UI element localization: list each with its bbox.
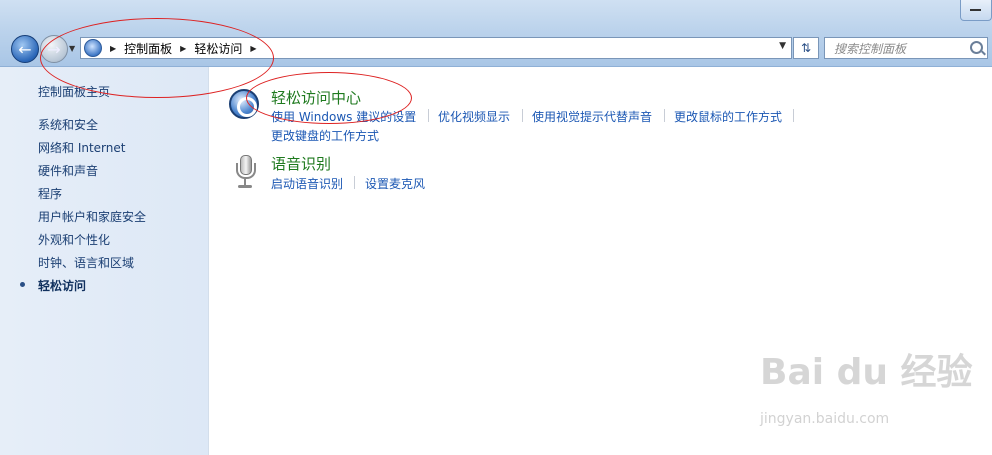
sidebar: 控制面板主页 系统和安全 网络和 Internet 硬件和声音 程序 用户帐户和… [0, 67, 209, 455]
sidebar-item-hardware-sound[interactable]: 硬件和声音 [38, 162, 98, 179]
search-icon[interactable] [970, 41, 983, 54]
link-divider [354, 176, 355, 189]
sidebar-item-system-security[interactable]: 系统和安全 [38, 116, 98, 133]
link-start-speech-recognition[interactable]: 启动语音识别 [271, 175, 343, 192]
link-change-keyboard-settings[interactable]: 更改键盘的工作方式 [271, 127, 379, 144]
baidu-watermark-url: jingyan.baidu.com [760, 411, 890, 427]
search-placeholder: 搜索控制面板 [834, 41, 907, 56]
minimize-button[interactable] [960, 0, 992, 21]
microphone-icon[interactable] [235, 155, 256, 189]
sidebar-item-programs[interactable]: 程序 [38, 185, 62, 202]
sidebar-item-network[interactable]: 网络和 Internet [38, 139, 125, 156]
link-optimize-video-display[interactable]: 优化视频显示 [438, 108, 510, 125]
current-item-bullet-icon [20, 282, 25, 287]
refresh-icon: ⇅ [800, 41, 812, 55]
main-content: 轻松访问中心 使用 Windows 建议的设置 优化视频显示 使用视觉提示代替声… [209, 67, 992, 455]
sidebar-item-ease-of-access[interactable]: 轻松访问 [38, 277, 86, 294]
refresh-button[interactable]: ⇅ [793, 37, 819, 59]
link-divider [428, 109, 429, 122]
link-divider [522, 109, 523, 122]
link-divider [664, 109, 665, 122]
baidu-watermark-logo: Bai du 经验 [760, 352, 973, 393]
back-icon[interactable]: ← [11, 35, 39, 63]
link-divider [793, 109, 794, 122]
sidebar-item-appearance[interactable]: 外观和个性化 [38, 231, 110, 248]
annotation-oval-address [40, 18, 274, 98]
sidebar-item-user-accounts[interactable]: 用户帐户和家庭安全 [38, 208, 146, 225]
sidebar-item-clock-language[interactable]: 时钟、语言和区域 [38, 254, 134, 271]
link-visual-cues-for-sounds[interactable]: 使用视觉提示代替声音 [532, 108, 652, 125]
link-change-mouse-settings[interactable]: 更改鼠标的工作方式 [674, 108, 782, 125]
address-dropdown-icon[interactable]: ▼ [779, 41, 786, 51]
category-title-speech-recognition[interactable]: 语音识别 [271, 153, 331, 174]
search-input[interactable]: 搜索控制面板 [824, 37, 988, 59]
annotation-oval-ease-center [246, 72, 412, 124]
link-set-up-microphone[interactable]: 设置麦克风 [365, 175, 425, 192]
